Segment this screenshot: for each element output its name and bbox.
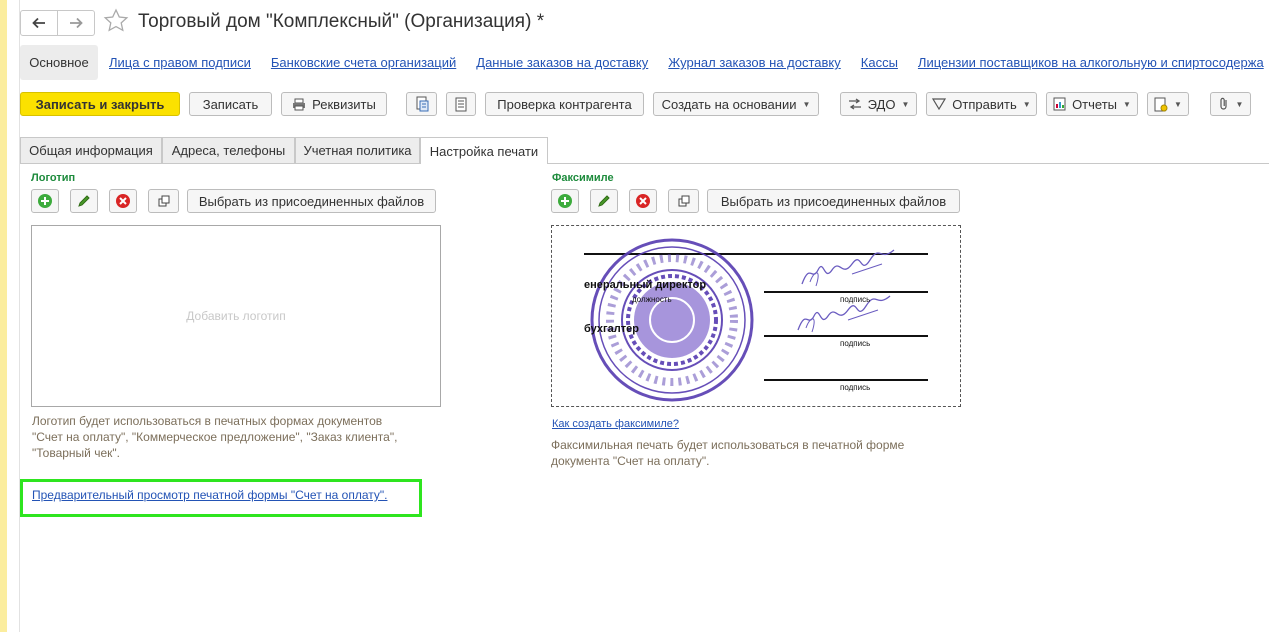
- report-icon: [1053, 97, 1066, 111]
- create-based-on-label: Создать на основании: [661, 96, 797, 112]
- active-tab-gap: [421, 163, 547, 164]
- edo-exchange-icon: [848, 98, 861, 110]
- tab-print-settings[interactable]: Настройка печати: [420, 137, 548, 164]
- edo-label: ЭДО: [867, 96, 896, 112]
- facsimile-group-title: Факсимиле: [552, 172, 614, 184]
- section-links: Лица с правом подписи Банковские счета о…: [109, 55, 1264, 70]
- send-arrow-icon: [932, 98, 947, 110]
- print-form-icon: [1154, 97, 1168, 111]
- facsimile-accountant-text: бухгалтер: [584, 323, 639, 335]
- facsimile-position-text: должность: [632, 295, 672, 304]
- facsimile-open-button[interactable]: [668, 189, 699, 213]
- chevron-down-icon: ▼: [802, 99, 811, 109]
- tab-underline: [20, 163, 1269, 164]
- logo-image-area[interactable]: Добавить логотип: [31, 225, 441, 407]
- facsimile-note-line-2: документа "Счет на оплату".: [551, 454, 710, 468]
- history-nav: [20, 10, 95, 36]
- logo-note-line-2: "Счет на оплату", "Коммерческое предложе…: [32, 430, 398, 444]
- facsimile-pick-label: Выбрать из присоединенных файлов: [720, 193, 947, 209]
- section-link-cash-desks[interactable]: Кассы: [861, 55, 898, 70]
- facsimile-signature-1: подпись: [840, 295, 870, 304]
- facsimile-image: енеральный директор должность бухгалтер …: [584, 238, 928, 402]
- facsimile-director-text: енеральный директор: [584, 279, 706, 291]
- check-counterparty-button[interactable]: Проверка контрагента: [485, 92, 644, 116]
- arrow-left-icon: [32, 17, 45, 29]
- list-button[interactable]: [446, 92, 476, 116]
- logo-note-line-3: "Товарный чек".: [32, 446, 120, 460]
- section-link-delivery-data[interactable]: Данные заказов на доставку: [476, 55, 648, 70]
- facsimile-note: Факсимильная печать будет использоваться…: [551, 437, 904, 469]
- print-forms-button[interactable]: ▼: [1147, 92, 1189, 116]
- attachments-button[interactable]: ▼: [1210, 92, 1251, 116]
- facsimile-image-area[interactable]: енеральный директор должность бухгалтер …: [551, 225, 961, 407]
- pencil-icon: [78, 195, 90, 207]
- left-accent-bar: [0, 0, 7, 632]
- facsimile-add-button[interactable]: [551, 189, 579, 213]
- logo-open-button[interactable]: [148, 189, 179, 213]
- edo-button[interactable]: ЭДО ▼: [840, 92, 917, 116]
- logo-pick-from-files-button[interactable]: Выбрать из присоединенных файлов: [187, 189, 436, 213]
- window-title: Торговый дом "Комплексный" (Организация)…: [138, 11, 545, 32]
- facsimile-note-line-1: Факсимильная печать будет использоваться…: [551, 438, 905, 452]
- list-document-icon: [455, 97, 467, 111]
- tab-accounting-policy[interactable]: Учетная политика: [295, 137, 420, 163]
- chevron-down-icon: ▼: [1235, 99, 1244, 109]
- section-main[interactable]: Основное: [20, 45, 98, 80]
- delete-icon: [636, 194, 650, 208]
- attach-document-button[interactable]: [406, 92, 437, 116]
- facsimile-signature-3: подпись: [840, 383, 870, 392]
- favorite-star-icon[interactable]: [103, 8, 129, 37]
- add-icon: [558, 194, 572, 208]
- logo-group-title: Логотип: [31, 172, 76, 184]
- back-button[interactable]: [21, 11, 57, 35]
- check-counterparty-label: Проверка контрагента: [497, 96, 632, 112]
- section-link-licenses[interactable]: Лицензии поставщиков на алкогольную и сп…: [918, 55, 1264, 70]
- document-link-icon: [416, 96, 428, 112]
- logo-delete-button[interactable]: [109, 189, 137, 213]
- requisites-label: Реквизиты: [312, 96, 376, 112]
- chevron-down-icon: ▼: [901, 99, 910, 109]
- save-button[interactable]: Записать: [189, 92, 272, 116]
- paperclip-icon: [1219, 97, 1227, 110]
- facsimile-pick-from-files-button[interactable]: Выбрать из присоединенных файлов: [707, 189, 960, 213]
- how-to-create-facsimile-link[interactable]: Как создать факсимиле?: [552, 418, 679, 430]
- printer-icon: [293, 98, 306, 110]
- add-icon: [38, 194, 52, 208]
- pencil-icon: [598, 195, 610, 207]
- facsimile-delete-button[interactable]: [629, 189, 657, 213]
- chevron-down-icon: ▼: [1174, 99, 1182, 109]
- stamp-seal: [590, 238, 754, 402]
- requisites-button[interactable]: Реквизиты: [281, 92, 387, 116]
- arrow-right-icon: [70, 17, 83, 29]
- forward-button[interactable]: [57, 11, 94, 35]
- delete-icon: [116, 194, 130, 208]
- send-label: Отправить: [952, 96, 1017, 112]
- logo-pick-label: Выбрать из присоединенных файлов: [198, 193, 425, 209]
- preview-print-form-link[interactable]: Предварительный просмотр печатной формы …: [32, 488, 387, 502]
- tab-general-info[interactable]: Общая информация: [20, 137, 162, 163]
- logo-note: Логотип будет использоваться в печатных …: [32, 413, 397, 461]
- save-and-close-button[interactable]: Записать и закрыть: [20, 92, 180, 116]
- save-label: Записать: [202, 96, 259, 112]
- reports-label: Отчеты: [1072, 96, 1117, 112]
- logo-edit-button[interactable]: [70, 189, 98, 213]
- save-and-close-label: Записать и закрыть: [35, 96, 165, 112]
- send-button[interactable]: Отправить ▼: [926, 92, 1037, 116]
- reports-button[interactable]: Отчеты ▼: [1046, 92, 1138, 116]
- chevron-down-icon: ▼: [1123, 99, 1131, 109]
- facsimile-signature-2: подпись: [840, 339, 870, 348]
- section-link-delivery-journal[interactable]: Журнал заказов на доставку: [668, 55, 840, 70]
- tab-addresses-phones[interactable]: Адреса, телефоны: [162, 137, 295, 163]
- copy-window-icon: [158, 195, 169, 207]
- facsimile-edit-button[interactable]: [590, 189, 618, 213]
- section-link-signers[interactable]: Лица с правом подписи: [109, 55, 251, 70]
- section-link-bank-accounts[interactable]: Банковские счета организаций: [271, 55, 456, 70]
- logo-note-line-1: Логотип будет использоваться в печатных …: [32, 414, 383, 428]
- chevron-down-icon: ▼: [1022, 99, 1031, 109]
- logo-placeholder-text: Добавить логотип: [186, 309, 286, 323]
- create-based-on-button[interactable]: Создать на основании ▼: [653, 92, 819, 116]
- logo-add-button[interactable]: [31, 189, 59, 213]
- copy-window-icon: [678, 195, 689, 207]
